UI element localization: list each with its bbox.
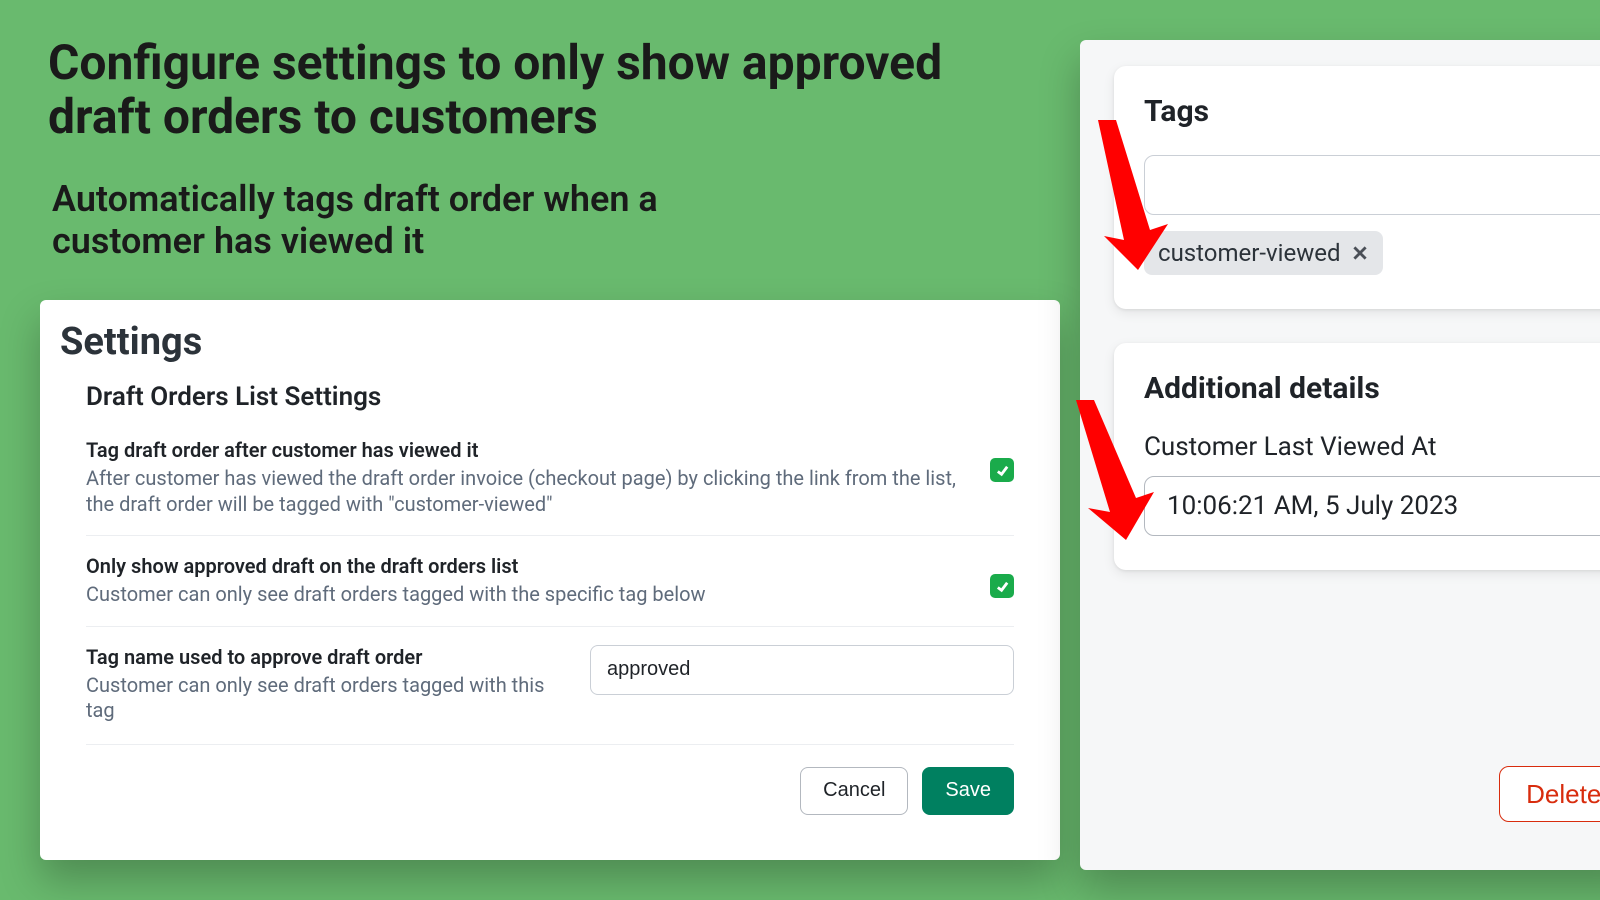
delete-draft-button[interactable]: Delete d <box>1499 766 1600 822</box>
tag-chip-label: customer-viewed <box>1158 239 1341 267</box>
check-icon <box>995 463 1010 478</box>
tags-title: Tags <box>1144 94 1600 129</box>
setting-label: Tag name used to approve draft order <box>86 645 566 669</box>
setting-desc: Customer can only see draft orders tagge… <box>86 673 566 724</box>
arrow-icon <box>1088 120 1168 274</box>
settings-panel: Settings Draft Orders List Settings Tag … <box>40 300 1060 860</box>
promo-headline: Configure settings to only show approved… <box>48 36 968 144</box>
save-button[interactable]: Save <box>922 767 1014 815</box>
setting-label: Only show approved draft on the draft or… <box>86 554 970 578</box>
setting-label: Tag draft order after customer has viewe… <box>86 438 970 462</box>
close-icon[interactable] <box>1351 244 1369 262</box>
tags-input[interactable] <box>1144 155 1600 215</box>
tags-card: Tags customer-viewed <box>1114 66 1600 309</box>
setting-tag-name: Tag name used to approve draft order Cus… <box>86 645 1014 745</box>
setting-only-approved: Only show approved draft on the draft or… <box>86 554 1014 627</box>
checkbox-only-approved[interactable] <box>990 574 1014 598</box>
section-title: Draft Orders List Settings <box>86 382 1014 412</box>
promo-subheadline: Automatically tags draft order when a cu… <box>52 178 792 263</box>
last-viewed-value[interactable]: 10:06:21 AM, 5 July 2023 <box>1144 476 1600 536</box>
last-viewed-label: Customer Last Viewed At <box>1144 432 1600 462</box>
cancel-button[interactable]: Cancel <box>800 767 908 815</box>
checkbox-tag-after-view[interactable] <box>990 458 1014 482</box>
check-icon <box>995 579 1010 594</box>
setting-desc: After customer has viewed the draft orde… <box>86 466 970 517</box>
setting-desc: Customer can only see draft orders tagge… <box>86 582 970 608</box>
setting-tag-after-view: Tag draft order after customer has viewe… <box>86 438 1014 536</box>
arrow-icon <box>1070 400 1160 544</box>
additional-details-card: Additional details Customer Last Viewed … <box>1114 343 1600 570</box>
tag-chip[interactable]: customer-viewed <box>1144 231 1383 275</box>
details-title: Additional details <box>1144 371 1600 406</box>
settings-title: Settings <box>40 300 1060 382</box>
tag-name-input[interactable] <box>590 645 1014 695</box>
